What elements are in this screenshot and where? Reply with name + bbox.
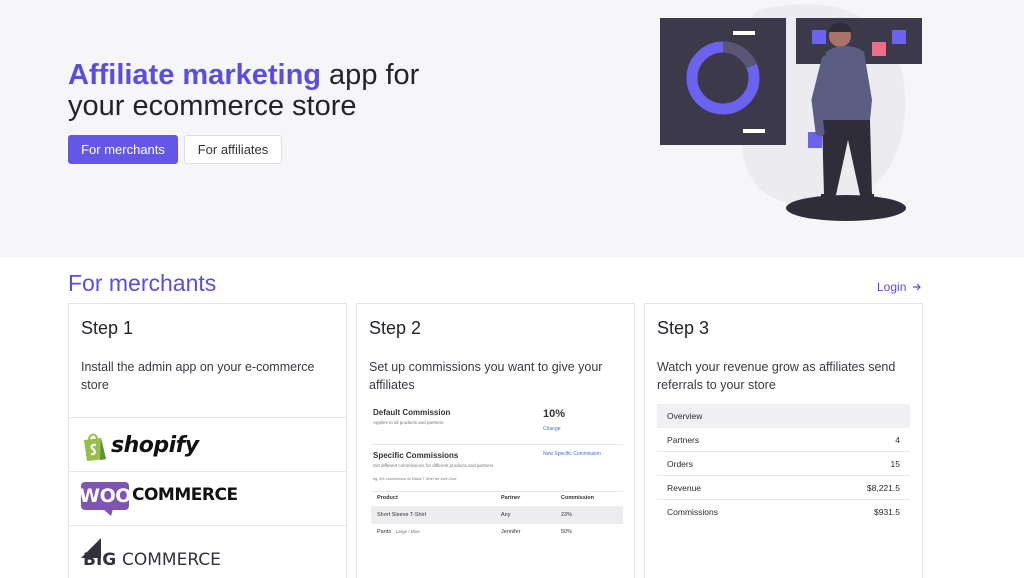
overview-label: Orders: [667, 458, 693, 469]
step-1-description: Install the admin app on your e-commerce…: [81, 360, 315, 392]
login-link[interactable]: Login: [877, 280, 922, 294]
overview-value: 15: [890, 458, 900, 469]
default-commission-title: Default Commission: [373, 408, 451, 417]
overview-value: 4: [895, 434, 900, 445]
row2-partner: Jennifer: [501, 529, 521, 535]
hero-title-accent: Affiliate marketing: [68, 59, 321, 91]
overview-label: Commissions: [667, 507, 719, 517]
col-commission: Commission: [561, 495, 595, 501]
row2-commission: 50%: [561, 529, 573, 535]
default-commission-value: 10%: [543, 408, 566, 420]
step-3-title: Step 3: [657, 318, 710, 338]
overview-value: $8,221.5: [866, 482, 900, 493]
shopify-bag-icon: [84, 433, 106, 461]
overview-label: Partners: [667, 434, 700, 445]
for-affiliates-button[interactable]: For affiliates: [184, 135, 282, 164]
table-row: Orders 15: [657, 452, 910, 476]
specific-commissions-title: Specific Commissions: [373, 451, 459, 460]
step-2-description: Set up commissions you want to give your…: [369, 360, 603, 392]
step-2-title: Step 2: [369, 318, 422, 338]
hero-title-line2: your ecommerce store: [68, 90, 357, 122]
step-1-card: Step 1 Install the admin app on your e-c…: [68, 303, 347, 578]
step-1-title: Step 1: [81, 318, 134, 338]
row2-product-variant: Large / Blue: [395, 529, 420, 534]
bigcommerce-big: BIG: [83, 550, 117, 570]
default-commission-sub: Applies to all products and partners: [373, 420, 444, 425]
col-product: Product: [377, 495, 398, 501]
mini-divider: [371, 444, 623, 445]
shopify-wordmark: shopify: [111, 433, 199, 458]
overview-label: Revenue: [667, 482, 702, 493]
for-merchants-button[interactable]: For merchants: [68, 135, 178, 164]
hero-section: Affiliate marketing app for your ecommer…: [0, 0, 1024, 258]
specific-commissions-example: eg. 8% commission on Black T-Shirt for J…: [373, 477, 457, 481]
woo-badge-tail: [103, 509, 113, 516]
step-3-card: Step 3 Watch your revenue grow as affili…: [644, 303, 923, 578]
change-link[interactable]: Change: [543, 426, 561, 432]
specific-commissions-sub: Set different commissions for different …: [373, 463, 494, 468]
new-specific-commission-link[interactable]: New Specific Commission: [543, 451, 601, 457]
mini-table-top: [371, 491, 623, 492]
table-row: Partners 4: [657, 428, 910, 452]
row2-product: Pants Large / Blue: [377, 529, 420, 535]
step-3-description: Watch your revenue grow as affiliates se…: [657, 360, 896, 392]
row2-product-name: Pants: [377, 529, 392, 535]
woo-badge-text: WOO: [79, 485, 131, 507]
hero-title-rest: app for: [321, 59, 420, 91]
bigcommerce-wordmark: COMMERCE: [122, 550, 221, 570]
hero-illustration: [660, 4, 922, 221]
woocommerce-wordmark: COMMERCE: [132, 485, 238, 505]
woo-badge: WOO: [79, 482, 131, 510]
table-row: Commissions $931.5: [657, 500, 910, 524]
section-title: For merchants: [68, 270, 217, 296]
bigcommerce-logo: BIG COMMERCE: [69, 525, 346, 578]
col-partner: Partner: [501, 495, 521, 501]
hero-buttons: For merchants For affiliates: [68, 135, 282, 164]
table-row: Revenue $8,221.5: [657, 476, 910, 500]
arrow-right-icon: [913, 283, 922, 291]
shopify-logo: shopify: [69, 417, 346, 471]
overview-value: $931.5: [874, 507, 900, 517]
row1-partner: Any: [501, 512, 511, 518]
row1-product: Short Sleeve T-Shirt: [377, 512, 427, 518]
woocommerce-logo: WOO COMMERCE: [69, 471, 346, 525]
overview-header-label: Overview: [667, 411, 703, 421]
step-2-card: Step 2 Set up commissions you want to gi…: [356, 303, 635, 578]
hero-title: Affiliate marketing app for your ecommer…: [68, 60, 419, 122]
row1-commission: 23%: [561, 512, 573, 518]
overview-header: Overview: [657, 404, 910, 428]
login-label: Login: [877, 280, 907, 294]
